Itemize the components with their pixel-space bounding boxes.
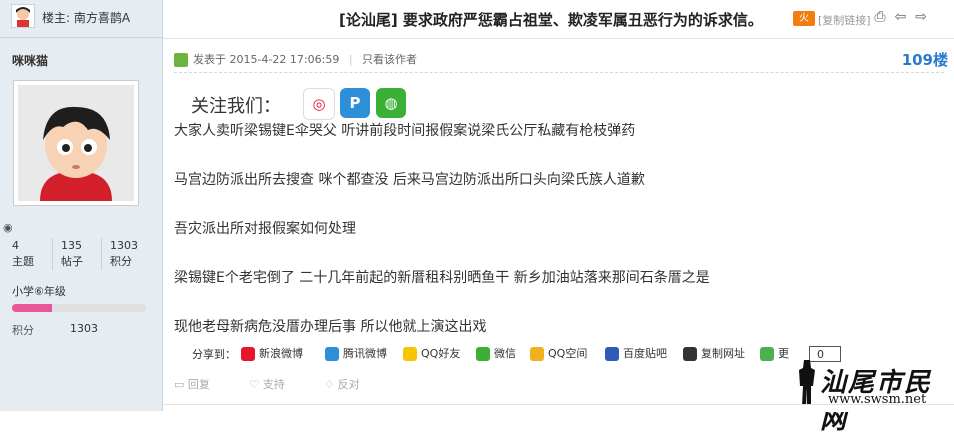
reply-button[interactable]: ▭ 回复: [174, 378, 228, 391]
share-item-label: QQ空间: [548, 347, 588, 360]
print-icon[interactable]: ⎙: [874, 9, 894, 25]
share-baidu-tieba[interactable]: 百度贴吧: [605, 345, 667, 361]
user-rank[interactable]: 小学⑥年级: [12, 283, 66, 299]
post-paragraph: 吾灾派出所对报假案如何处理: [174, 221, 356, 237]
follow-us-label: 关注我们：: [191, 96, 281, 117]
post-paragraph: 大家人卖听梁锡键E伞哭父 听讲前段时间报假案说梁氏公厅私藏有枪枝弹药: [174, 123, 636, 139]
copy-link-button[interactable]: [复制链接]: [818, 12, 871, 28]
weibo-follow-icon[interactable]: ◎: [303, 88, 335, 120]
thread-title: [论汕尾] 要求政府严惩霸占祖堂、欺凌军属丑恶行为的诉求信。: [339, 11, 763, 29]
qzone-icon: [530, 347, 544, 361]
post-divider: [174, 72, 944, 74]
op-avatar-icon[interactable]: [11, 4, 35, 28]
share-copy-url[interactable]: 复制网址: [683, 345, 745, 361]
stat-divider: [101, 238, 102, 270]
share-item-label: 微信: [494, 347, 516, 360]
share-item-label: 复制网址: [701, 347, 745, 360]
share-qq-friend[interactable]: QQ好友: [403, 345, 460, 361]
post-actions: ▭ 回复 ♡ 支持 ♢ 反对: [174, 376, 396, 392]
share-item-label: 更: [778, 347, 789, 360]
share-label: 分享到：: [192, 348, 236, 361]
share-sina-weibo[interactable]: 新浪微博: [241, 345, 303, 361]
share-item-label: 百度贴吧: [623, 347, 667, 360]
next-icon[interactable]: ⇨: [915, 9, 936, 25]
author-username[interactable]: 咪咪猫: [12, 52, 48, 69]
wechat-icon: [476, 347, 490, 361]
copy-url-icon: [683, 347, 697, 361]
rank-progress-bar: [12, 304, 146, 312]
points-value: 1303: [70, 322, 98, 335]
post-meta: 发表于 2015-4-22 17:06:59 | 只看该作者: [174, 51, 417, 67]
sina-weibo-icon: [241, 347, 255, 361]
only-author-link[interactable]: 只看该作者: [362, 53, 417, 66]
online-status-icon: [174, 53, 188, 67]
tencent-weibo-follow-icon[interactable]: P: [340, 88, 370, 118]
share-wechat[interactable]: 微信: [476, 345, 516, 361]
thread-tools: ⎙⇦⇨: [874, 9, 936, 25]
avatar-image: [18, 85, 134, 201]
baidu-tieba-icon: [605, 347, 619, 361]
stat-label: 帖子: [61, 255, 83, 268]
post-paragraph: 马宫边防派出所去搜查 咪个都查没 后来马宫边防派出所口头向梁氏族人道歉: [174, 172, 645, 188]
share-item-label: 新浪微博: [259, 347, 303, 360]
stat-points[interactable]: 1303 积分: [110, 238, 138, 270]
share-item-label: 腾讯微博: [343, 347, 387, 360]
rank-progress-fill: [12, 304, 53, 312]
post-paragraph: 梁锡键E个老宅倒了 二十几年前起的新厝租科别晒鱼干 新乡加油站落来那间石条厝之是: [174, 270, 710, 286]
share-item-label: QQ好友: [421, 347, 461, 360]
post-content: 大家人卖听梁锡键E伞哭父 听讲前段时间报假案说梁氏公厅私藏有枪枝弹药 马宫边防派…: [174, 120, 924, 365]
stat-label: 主题: [12, 255, 34, 268]
floor-number[interactable]: 109楼: [902, 49, 948, 70]
hot-icon: 火: [793, 11, 815, 26]
weibo-small-icon[interactable]: ◉: [3, 221, 13, 234]
share-qzone[interactable]: QQ空间: [530, 345, 587, 361]
stat-value: 135: [61, 239, 82, 252]
share-tencent-weibo[interactable]: 腾讯微博: [325, 345, 387, 361]
op-label[interactable]: 楼主: 南方喜鹊A: [42, 9, 130, 26]
stat-value: 4: [12, 239, 19, 252]
action-label: 反对: [337, 378, 360, 391]
support-button[interactable]: ♡ 支持: [249, 378, 302, 391]
wechat-follow-icon[interactable]: ◍: [376, 88, 406, 118]
stat-divider: [52, 238, 53, 270]
author-avatar[interactable]: [13, 80, 139, 206]
stat-topics[interactable]: 4 主题: [12, 238, 34, 270]
action-label: 支持: [262, 378, 285, 391]
more-icon: [760, 347, 774, 361]
stat-label: 积分: [110, 255, 132, 268]
action-label: 回复: [187, 378, 210, 391]
stat-value: 1303: [110, 239, 138, 252]
prev-icon[interactable]: ⇦: [895, 9, 916, 25]
oppose-button[interactable]: ♢ 反对: [324, 378, 377, 391]
meta-separator: |: [348, 53, 353, 66]
qq-icon: [403, 347, 417, 361]
post-time: 发表于 2015-4-22 17:06:59: [193, 53, 340, 66]
tencent-weibo-icon: [325, 347, 339, 361]
thread-title-bar: [论汕尾] 要求政府严惩霸占祖堂、欺凌军属丑恶行为的诉求信。 火 [复制链接] …: [163, 0, 954, 39]
op-header: 楼主: 南方喜鹊A: [0, 0, 163, 38]
stat-posts[interactable]: 135 帖子: [61, 238, 83, 270]
share-more[interactable]: 更: [760, 345, 789, 361]
points-label: 积分: [12, 324, 34, 337]
